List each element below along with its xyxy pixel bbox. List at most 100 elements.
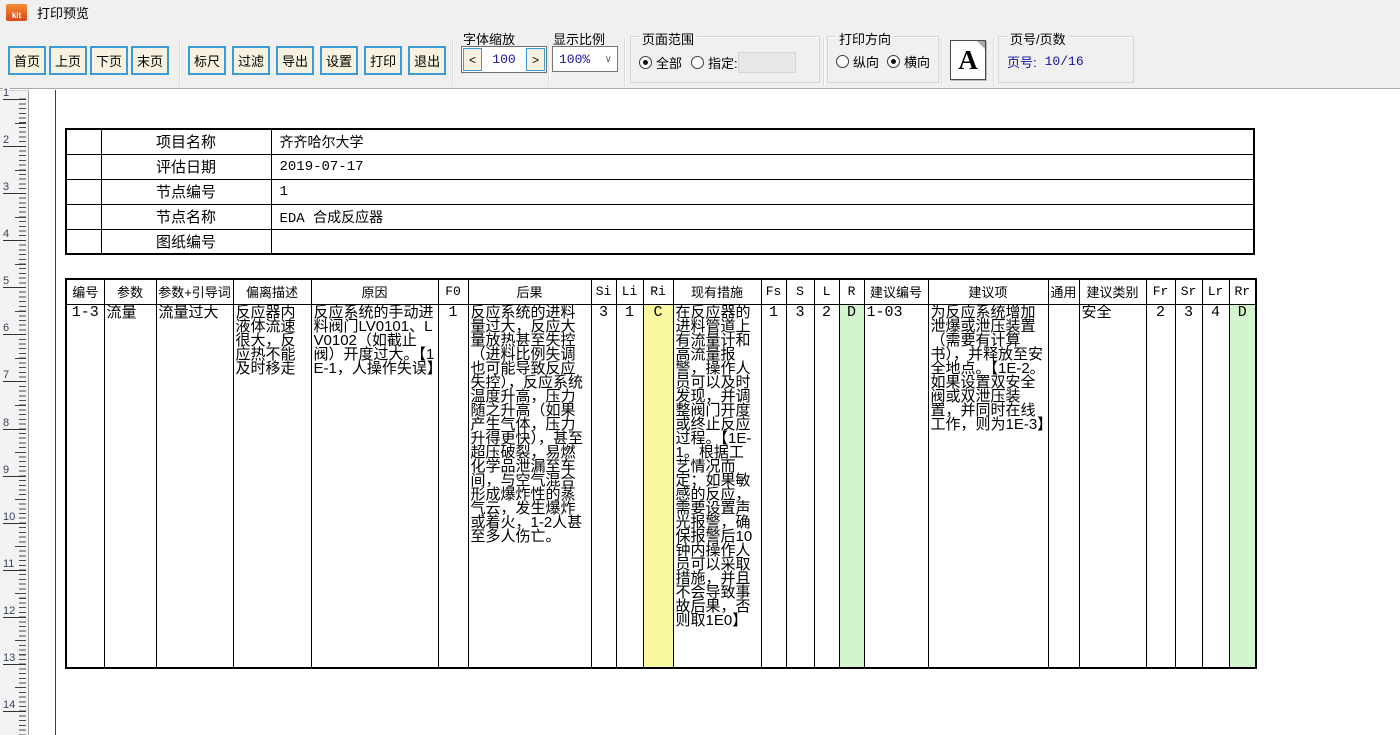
info-label: 评估日期 <box>100 153 272 180</box>
toolbar-separator <box>179 38 181 86</box>
radio-specify-pages[interactable]: 指定: <box>691 53 738 72</box>
col-header-safeguards: 现有措施 <box>672 278 762 305</box>
col-header-si: Si <box>590 278 617 305</box>
ruler-mark: 4 <box>3 228 11 241</box>
hazop-table: 编号 参数 参数+引导词 偏离描述 原因 F0 后果 Si Li Ri 现有措施 Fs S L R 建议编号建… <box>65 278 1257 669</box>
radio-portrait-label: 纵向 <box>853 55 880 70</box>
radio-icon <box>836 55 849 68</box>
ruler-mid-tick <box>15 404 26 406</box>
ruler-major-tick <box>3 569 26 571</box>
col-header-rr: Rr <box>1228 278 1257 305</box>
toolbar-separator <box>452 38 454 86</box>
ruler-major-tick <box>3 475 26 477</box>
radio-portrait[interactable]: 纵向 <box>836 52 879 71</box>
cell-s: 3 <box>785 303 815 669</box>
ruler-major-tick <box>3 193 26 195</box>
col-header-r: R <box>838 278 865 305</box>
ruler-mark: 7 <box>3 369 11 382</box>
cell-r: D <box>838 303 865 669</box>
ruler-mid-tick <box>15 687 26 689</box>
filter-button[interactable]: 过滤 <box>232 46 271 75</box>
export-button[interactable]: 导出 <box>276 46 315 75</box>
ruler-mid-tick <box>15 546 26 548</box>
ruler-mid-tick <box>15 169 26 171</box>
ruler-major-tick <box>3 146 26 148</box>
ruler-mark: 3 <box>3 181 11 194</box>
col-header-ri: Ri <box>642 278 674 305</box>
cell-rr: D <box>1228 303 1257 669</box>
ruler-mid-tick <box>15 593 26 595</box>
info-row: 项目名称 齐齐哈尔大学 <box>65 128 1255 155</box>
ruler-mark: 8 <box>3 416 11 429</box>
orientation-group: 打印方向 纵向 横向 <box>827 29 939 83</box>
hazop-header-row: 编号 参数 参数+引导词 偏离描述 原因 F0 后果 Si Li Ri 现有措施 Fs S L R 建议编号建… <box>65 278 1257 305</box>
page-number-value: 10/16 <box>1044 54 1084 69</box>
col-header-consequence: 后果 <box>467 278 592 305</box>
col-header-recommendation-no: 建议编号 <box>863 278 929 305</box>
ruler-mark: 12 <box>3 604 17 617</box>
settings-button[interactable]: 设置 <box>320 46 359 75</box>
toolbar-separator <box>941 38 943 86</box>
cell-li: 1 <box>615 303 644 669</box>
col-header-l: L <box>813 278 840 305</box>
page-info-group: 页号/页数 页号: 10/16 <box>998 29 1134 83</box>
ruler-major-tick <box>3 616 26 618</box>
cell-common <box>1047 303 1080 669</box>
chevron-down-icon: ∨ <box>604 53 612 65</box>
ruler-button[interactable]: 标尺 <box>188 46 227 75</box>
cell-parameter: 流量 <box>103 303 157 669</box>
info-label: 项目名称 <box>100 128 272 155</box>
ruler-mid-tick <box>15 357 26 359</box>
ruler-major-tick <box>3 663 26 665</box>
info-spacer-cell <box>65 178 102 205</box>
toolbar-separator <box>823 38 825 86</box>
vertical-ruler: 1 2 3 4 5 6 7 8 9 10 11 12 13 14 <box>0 87 29 735</box>
page-number-prefix: 页号: <box>1007 55 1037 70</box>
col-header-s: S <box>785 278 815 305</box>
col-header-lr: Lr <box>1201 278 1230 305</box>
font-scale-increase-button[interactable]: > <box>526 48 545 71</box>
first-page-button[interactable]: 首页 <box>8 46 47 75</box>
info-label: 节点编号 <box>100 178 272 205</box>
col-header-f0: F0 <box>437 278 469 305</box>
display-ratio-dropdown[interactable]: 100% ∨ <box>552 46 618 72</box>
ruler-major-tick <box>3 381 26 383</box>
page-orientation-icon: A <box>950 40 986 80</box>
radio-all-pages[interactable]: 全部 <box>639 53 682 72</box>
specify-pages-input[interactable] <box>737 52 796 73</box>
print-button[interactable]: 打印 <box>364 46 403 75</box>
document-preview-area: 1 2 3 4 5 6 7 8 9 10 11 12 13 14 项目名称 齐齐哈尔大学 评估日期 2019-0… <box>0 87 1400 735</box>
col-header-recommendation: 建议项 <box>927 278 1049 305</box>
info-spacer-cell <box>65 153 102 180</box>
cell-no: 1-3 <box>65 303 105 669</box>
col-header-common: 通用 <box>1047 278 1080 305</box>
cell-l: 2 <box>813 303 840 669</box>
ruler-major-tick <box>3 522 26 524</box>
info-value: EDA 合成反应器 <box>270 203 1255 230</box>
cell-recommendation-type: 安全 <box>1078 303 1147 669</box>
next-page-button[interactable]: 下页 <box>90 46 129 75</box>
toolbar-separator <box>624 38 626 86</box>
radio-all-label: 全部 <box>656 56 683 71</box>
toolbar: 首页 上页 下页 末页 标尺 过滤 导出 设置 打印 退出 字体缩放 < 100 > 显示比例 … <box>0 24 1400 89</box>
col-header-cause: 原因 <box>310 278 439 305</box>
font-scale-decrease-button[interactable]: < <box>463 48 482 71</box>
cell-si: 3 <box>590 303 617 669</box>
font-scale-spinner: < 100 > <box>461 46 547 73</box>
last-page-button[interactable]: 末页 <box>131 46 170 75</box>
ruler-mark: 2 <box>3 134 11 147</box>
col-header-li: Li <box>615 278 644 305</box>
ruler-major-tick <box>3 334 26 336</box>
cell-fs: 1 <box>760 303 787 669</box>
radio-landscape-label: 横向 <box>904 55 931 70</box>
hazop-data-row: 1-3 流量 流量过大 反应器内液体流速很大，反应热不能及时移走 反应系统的手动进料阀门… <box>65 303 1257 669</box>
page-range-label: 页面范围 <box>639 29 698 48</box>
orientation-label: 打印方向 <box>836 29 895 48</box>
info-row: 节点名称 EDA 合成反应器 <box>65 203 1255 230</box>
ruler-mark: 6 <box>3 322 11 335</box>
radio-landscape[interactable]: 横向 <box>887 52 930 71</box>
info-row: 节点编号 1 <box>65 178 1255 205</box>
toolbar-separator <box>548 38 550 86</box>
prev-page-button[interactable]: 上页 <box>49 46 88 75</box>
exit-button[interactable]: 退出 <box>408 46 447 75</box>
